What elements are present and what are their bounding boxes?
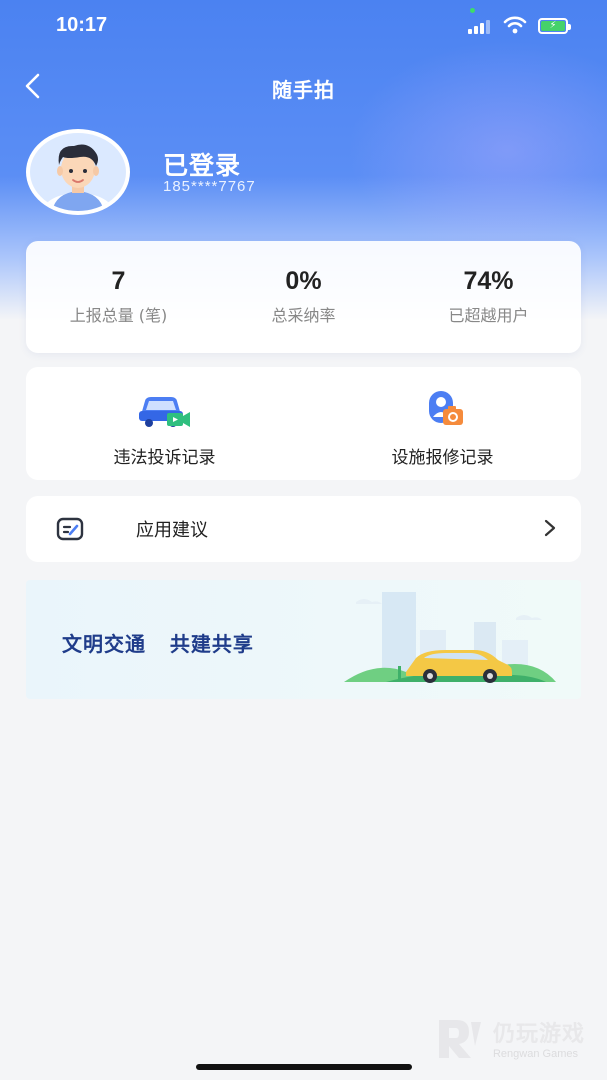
violation-records-label: 违法投诉记录 bbox=[113, 448, 216, 468]
app-suggestion-row[interactable]: 应用建议 bbox=[26, 496, 581, 562]
battery-icon: ⚡ bbox=[538, 18, 571, 34]
stat-total-reports: 7 上报总量 (笔) bbox=[26, 267, 211, 326]
page-title: 随手拍 bbox=[272, 78, 335, 102]
app-suggestion-label: 应用建议 bbox=[136, 520, 208, 541]
avatar[interactable] bbox=[26, 129, 130, 215]
watermark: 仍玩游戏 Rengwan Games bbox=[438, 1016, 585, 1060]
privacy-indicator-icon bbox=[470, 8, 475, 13]
stats-card: 7 上报总量 (笔) 0% 总采纳率 74% 已超越用户 bbox=[26, 241, 581, 353]
status-time: 10:17 bbox=[56, 14, 108, 36]
stat-label: 上报总量 (笔) bbox=[69, 306, 168, 325]
chevron-right-icon bbox=[544, 519, 556, 537]
edit-note-icon bbox=[56, 517, 84, 541]
nav-bar: 随手拍 bbox=[0, 62, 607, 110]
person-camera-icon bbox=[428, 391, 463, 425]
status-bar: 10:17 ⚡ bbox=[0, 0, 607, 54]
stat-value: 74% bbox=[463, 267, 514, 295]
stat-surpassed-users: 74% 已超越用户 bbox=[396, 267, 581, 326]
watermark-name: 仍玩游戏 bbox=[492, 1022, 585, 1047]
user-phone: 185****7767 bbox=[163, 178, 256, 195]
promo-banner[interactable]: 文明交通 共建共享 bbox=[26, 580, 581, 699]
stat-label: 总采纳率 bbox=[271, 306, 336, 325]
signal-icon bbox=[468, 20, 490, 34]
banner-slogan: 文明交通 共建共享 bbox=[62, 632, 254, 656]
avatar-illustration-icon bbox=[42, 144, 114, 211]
wifi-icon bbox=[503, 16, 527, 34]
home-indicator[interactable] bbox=[196, 1064, 412, 1070]
stat-value: 0% bbox=[285, 267, 322, 295]
stat-label: 已超越用户 bbox=[448, 306, 529, 325]
car-video-icon bbox=[138, 397, 190, 427]
facility-repair-records-label: 设施报修记录 bbox=[391, 448, 494, 468]
violation-records-button[interactable]: 违法投诉记录 bbox=[26, 389, 303, 468]
records-card: 违法投诉记录 设施报修记录 bbox=[26, 367, 581, 480]
stat-adoption-rate: 0% 总采纳率 bbox=[211, 267, 396, 326]
facility-repair-records-button[interactable]: 设施报修记录 bbox=[304, 389, 581, 468]
watermark-sub: Rengwan Games bbox=[492, 1048, 578, 1060]
user-status: 已登录 bbox=[163, 151, 242, 180]
stat-value: 7 bbox=[111, 267, 126, 295]
rengwan-logo-icon bbox=[438, 1020, 481, 1058]
